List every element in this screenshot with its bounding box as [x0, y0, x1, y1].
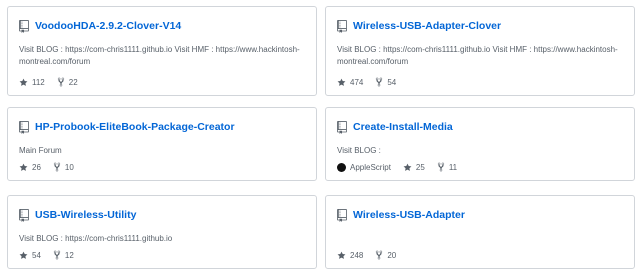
- repo-title-row: VoodooHDA-2.9.2-Clover-V14: [19, 18, 306, 34]
- repo-card: Wireless-USB-Adapter 248 20: [325, 195, 635, 269]
- forks-stat[interactable]: 10: [53, 162, 74, 172]
- repo-description: Visit BLOG : https://com-chris1111.githu…: [19, 234, 173, 243]
- forks-count: 20: [387, 250, 397, 260]
- star-icon: [337, 78, 346, 86]
- repo-stats: 26 10: [19, 162, 86, 172]
- repo-description: Visit BLOG : https://com-chris1111.githu…: [337, 45, 618, 66]
- star-icon: [19, 251, 28, 259]
- star-icon: [403, 163, 412, 171]
- repo-link[interactable]: HP-Probook-EliteBook-Package-Creator: [35, 121, 235, 133]
- forks-count: 22: [68, 77, 78, 87]
- fork-icon: [376, 250, 383, 260]
- language-color-dot: [337, 162, 346, 172]
- repo-card: VoodooHDA-2.9.2-Clover-V14 Visit BLOG : …: [7, 6, 317, 96]
- stars-stat[interactable]: 112: [19, 78, 45, 87]
- repo-stats: 112 22: [19, 77, 90, 87]
- repo-icon: [337, 120, 347, 134]
- repo-description: Main Forum: [19, 146, 62, 155]
- stars-stat[interactable]: 25: [403, 163, 425, 172]
- stars-stat[interactable]: 248: [337, 251, 363, 260]
- repo-card: USB-Wireless-Utility Visit BLOG : https:…: [7, 195, 317, 269]
- repo-title-row: Wireless-USB-Adapter: [337, 207, 624, 223]
- fork-icon: [53, 162, 61, 172]
- repo-link[interactable]: Create-Install-Media: [353, 121, 453, 133]
- repo-description: Visit BLOG :: [337, 146, 381, 155]
- stars-count: 25: [415, 162, 425, 172]
- forks-stat[interactable]: 12: [53, 250, 74, 260]
- repo-description: Visit BLOG : https://com-chris1111.githu…: [19, 45, 300, 66]
- repo-icon: [337, 208, 347, 222]
- repo-title-row: HP-Probook-EliteBook-Package-Creator: [19, 119, 306, 135]
- repo-link[interactable]: VoodooHDA-2.9.2-Clover-V14: [35, 20, 181, 32]
- repo-card: Wireless-USB-Adapter-Clover Visit BLOG :…: [325, 6, 635, 96]
- stars-count: 248: [350, 250, 364, 260]
- repo-stats: AppleScript 25 11: [337, 162, 469, 172]
- stars-count: 112: [32, 77, 45, 87]
- repo-icon: [19, 208, 29, 222]
- stars-stat[interactable]: 54: [19, 251, 41, 260]
- stars-count: 54: [32, 250, 41, 260]
- star-icon: [337, 251, 346, 259]
- repo-link[interactable]: USB-Wireless-Utility: [35, 209, 136, 221]
- forks-stat[interactable]: 22: [57, 77, 78, 87]
- stars-stat[interactable]: 474: [337, 78, 363, 87]
- forks-stat[interactable]: 11: [437, 162, 457, 172]
- language-label: AppleScript: [350, 162, 391, 172]
- fork-icon: [57, 77, 64, 87]
- repo-title-row: USB-Wireless-Utility: [19, 207, 306, 223]
- repo-title-row: Wireless-USB-Adapter-Clover: [337, 18, 624, 34]
- fork-icon: [437, 162, 444, 172]
- forks-count: 54: [387, 77, 397, 87]
- repo-icon: [19, 19, 29, 33]
- forks-count: 11: [448, 162, 458, 172]
- fork-icon: [376, 77, 383, 87]
- repo-stats: 248 20: [337, 250, 408, 260]
- repo-title-row: Create-Install-Media: [337, 119, 624, 135]
- repo-link[interactable]: Wireless-USB-Adapter-Clover: [353, 20, 501, 32]
- star-icon: [19, 78, 28, 86]
- repo-icon: [19, 120, 29, 134]
- fork-icon: [53, 250, 61, 260]
- forks-stat[interactable]: 20: [375, 250, 396, 260]
- repo-stats: 54 12: [19, 250, 86, 260]
- repo-card: Create-Install-Media Visit BLOG : AppleS…: [325, 107, 635, 181]
- stars-stat[interactable]: 26: [19, 163, 41, 172]
- stars-count: 26: [32, 162, 41, 172]
- forks-count: 10: [64, 162, 74, 172]
- repo-stats: 474 54: [337, 77, 408, 87]
- repo-card: HP-Probook-EliteBook-Package-Creator Mai…: [7, 107, 317, 181]
- forks-stat[interactable]: 54: [375, 77, 396, 87]
- repo-link[interactable]: Wireless-USB-Adapter: [353, 209, 465, 221]
- language-stat: AppleScript: [337, 162, 391, 172]
- repo-icon: [337, 19, 347, 33]
- stars-count: 474: [350, 77, 364, 87]
- star-icon: [19, 163, 28, 171]
- forks-count: 12: [64, 250, 74, 260]
